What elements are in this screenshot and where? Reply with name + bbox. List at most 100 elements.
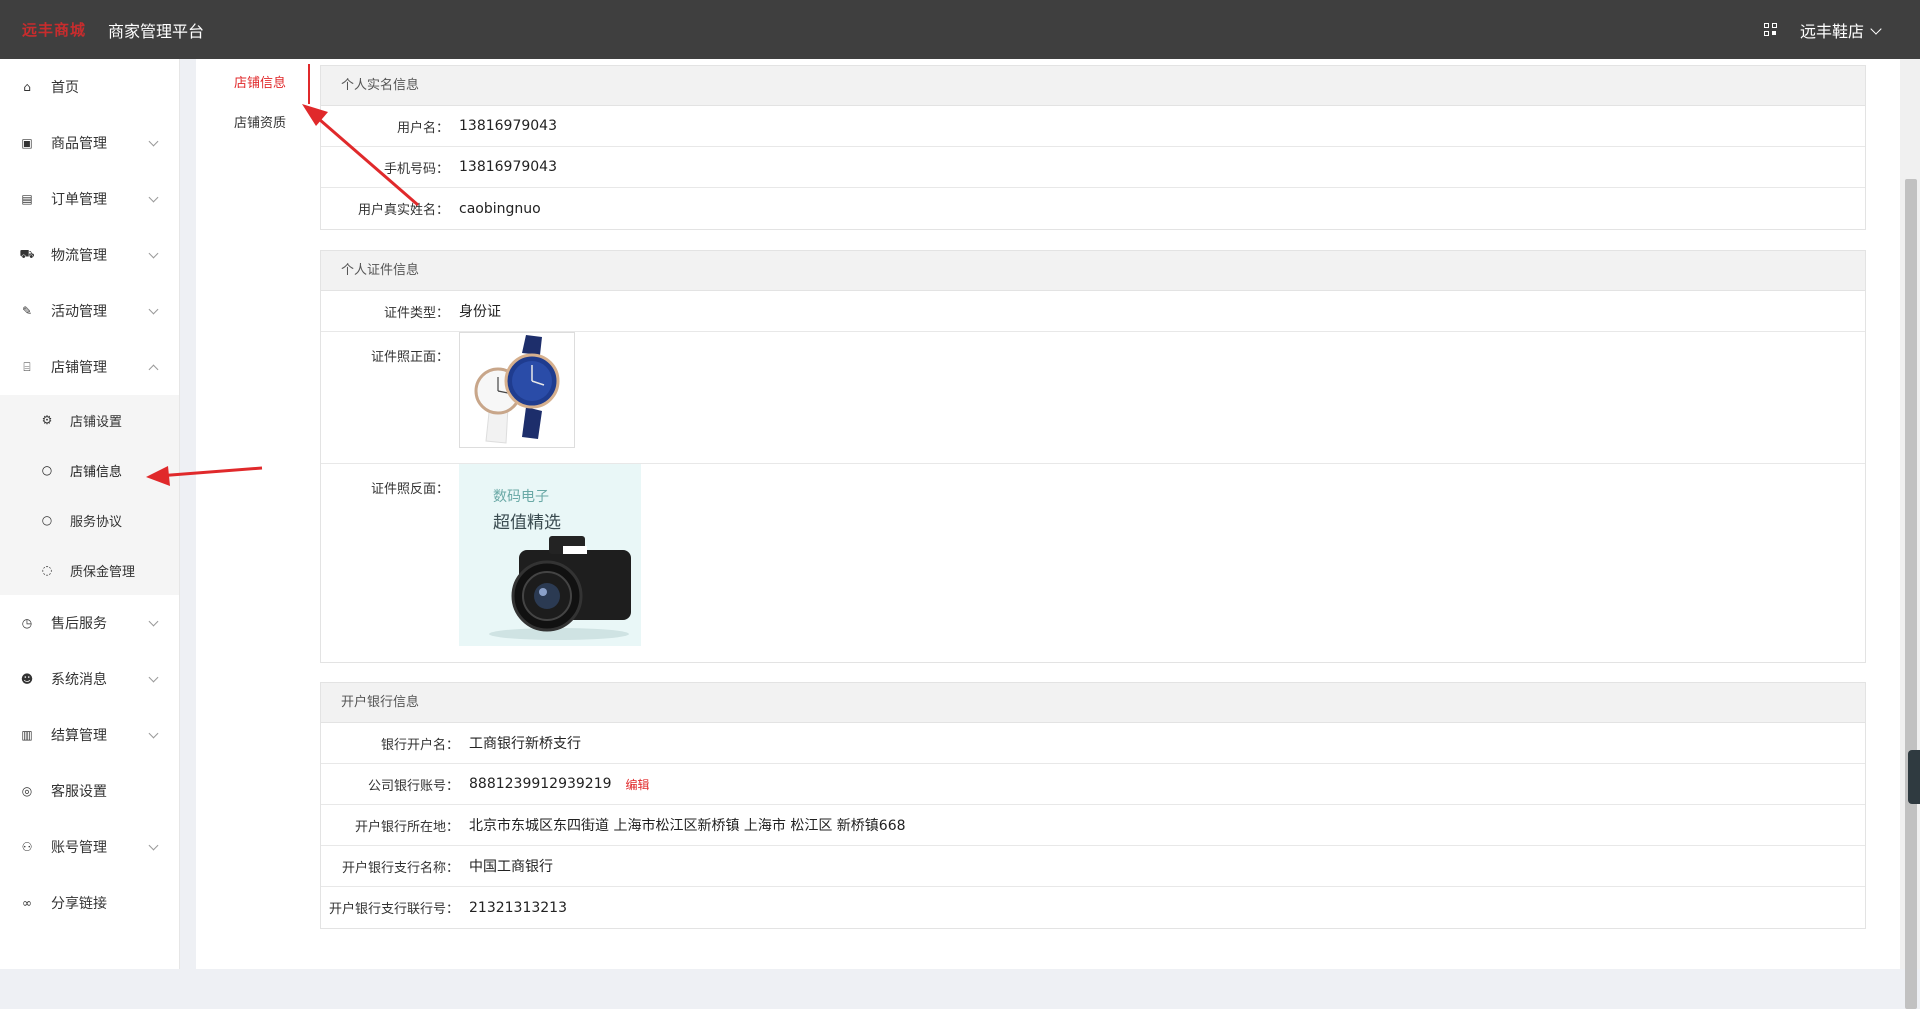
page-scrollbar[interactable]: [1900, 59, 1920, 1009]
message-icon: ☻: [20, 672, 34, 686]
chevron-down-icon: [148, 616, 159, 627]
chat-icon: ○: [41, 513, 53, 527]
phone-value: 13816979043: [459, 159, 557, 175]
sidebar-subitem-label: 店铺设置: [70, 414, 123, 430]
id-back-image[interactable]: 数码电子 超值精选: [459, 464, 641, 646]
username-value: 13816979043: [459, 118, 557, 134]
id-front-row: 证件照正面：: [321, 332, 1865, 464]
sidebar-item-share-link[interactable]: ∞ 分享链接: [0, 875, 179, 931]
watch-image: [460, 333, 574, 447]
sidebar-item-label: 首页: [51, 80, 79, 96]
sidebar-item-label: 客服设置: [51, 784, 107, 800]
sidebar-subitem-service-agreement[interactable]: ○ 服务协议: [0, 495, 179, 545]
sidebar-item-label: 商品管理: [51, 136, 107, 152]
account-no-value: 8881239912939219: [469, 776, 612, 792]
sidebar-item-aftersale[interactable]: ◷ 售后服务: [0, 595, 179, 651]
chevron-down-icon: [148, 840, 159, 851]
bank-branch-no-value: 21321313213: [469, 899, 567, 916]
chat-icon: ○: [41, 463, 53, 477]
store-menu[interactable]: 远丰鞋店: [1799, 18, 1882, 42]
edit-account-link[interactable]: 编辑: [626, 776, 650, 793]
account-icon: ⚇: [21, 840, 33, 854]
sidebar-item-label: 分享链接: [51, 896, 107, 912]
realname-label: 用户真实姓名：: [357, 203, 449, 218]
account-name-row: 银行开户名： 工商银行新桥支行: [321, 723, 1865, 764]
qr-code-icon[interactable]: [1763, 22, 1778, 37]
bank-branch-no-row: 开户银行支行联行号： 21321313213: [321, 887, 1865, 928]
sidebar-item-home[interactable]: ⌂ 首页: [0, 59, 179, 115]
sidebar-item-accounts[interactable]: ⚇ 账号管理: [0, 819, 179, 875]
service-icon: ◷: [21, 616, 33, 630]
sidebar-subitem-label: 质保金管理: [70, 564, 136, 580]
sidebar-item-customer-service[interactable]: ◎ 客服设置: [0, 763, 179, 819]
id-front-image[interactable]: [459, 332, 575, 448]
personal-info-section: 个人实名信息 用户名： 13816979043 手机号码： 1381697904…: [320, 65, 1866, 230]
settlement-icon: ▥: [21, 728, 33, 742]
sidebar-item-label: 店铺管理: [51, 360, 107, 376]
gear-icon: ⚙: [41, 413, 53, 427]
store-submenu: ⚙ 店铺设置 ○ 店铺信息 ○ 服务协议 ◌ 质保金管理: [0, 395, 179, 595]
sidebar-subitem-deposit[interactable]: ◌ 质保金管理: [0, 545, 179, 595]
side-widget[interactable]: [1908, 750, 1920, 804]
chevron-down-icon: [1870, 22, 1882, 35]
bank-branch-value: 中国工商银行: [469, 859, 553, 875]
bank-branch-row: 开户银行支行名称： 中国工商银行: [321, 846, 1865, 887]
sidebar-item-label: 结算管理: [51, 728, 107, 744]
top-bar: 远丰商城 商家管理平台 远丰鞋店: [0, 0, 1920, 59]
main-content: 店铺信息 店铺资质 个人实名信息 用户名： 13816979043 手机号码： …: [196, 59, 1900, 969]
store-icon: ⌸: [23, 359, 31, 374]
tag-icon: ✎: [21, 304, 33, 318]
username-row: 用户名： 13816979043: [321, 106, 1865, 147]
link-icon: ∞: [22, 896, 32, 910]
id-type-value: 身份证: [459, 304, 501, 320]
id-info-section: 个人证件信息 证件类型： 身份证 证件照正面： 证件照反面： 数码电子 超值精选: [320, 250, 1866, 663]
id-front-label: 证件照正面：: [370, 350, 449, 365]
section-title: 个人实名信息: [321, 66, 1865, 106]
id-type-row: 证件类型： 身份证: [321, 291, 1865, 332]
bank-location-row: 开户银行所在地： 北京市东城区东四街道 上海市松江区新桥镇 上海市 松江区 新桥…: [321, 805, 1865, 846]
sidebar-subitem-label: 店铺信息: [70, 464, 123, 480]
vertical-tabs: 店铺信息 店铺资质: [196, 64, 310, 154]
bank-info-section: 开户银行信息 银行开户名： 工商银行新桥支行 公司银行账号： 888123991…: [320, 682, 1866, 929]
goods-icon: ▣: [21, 136, 33, 150]
store-name: 远丰鞋店: [1799, 21, 1864, 41]
sidebar-item-orders[interactable]: ▤ 订单管理: [0, 171, 179, 227]
id-type-label: 证件类型：: [383, 305, 449, 321]
section-title: 开户银行信息: [321, 683, 1865, 723]
sidebar-item-messages[interactable]: ☻ 系统消息: [0, 651, 179, 707]
sidebar-item-logistics[interactable]: ⛟ 物流管理: [0, 227, 179, 283]
sidebar-subitem-label: 服务协议: [70, 514, 123, 530]
sidebar-item-label: 订单管理: [51, 192, 107, 208]
sidebar-item-settlement[interactable]: ▥ 结算管理: [0, 707, 179, 763]
platform-title: 商家管理平台: [108, 21, 205, 41]
account-no-label: 公司银行账号：: [367, 778, 459, 794]
bank-branch-label: 开户银行支行名称：: [341, 860, 459, 876]
chevron-down-icon: [148, 248, 159, 259]
order-icon: ▤: [21, 192, 33, 206]
support-icon: ◎: [21, 784, 33, 798]
sidebar-item-label: 活动管理: [51, 304, 107, 320]
chevron-down-icon: [148, 192, 159, 203]
sidebar-item-label: 物流管理: [51, 248, 107, 264]
phone-row: 手机号码： 13816979043: [321, 147, 1865, 188]
sidebar-item-label: 售后服务: [51, 616, 107, 632]
sidebar-subitem-store-info[interactable]: ○ 店铺信息: [0, 445, 179, 495]
account-name-value: 工商银行新桥支行: [469, 736, 581, 752]
brand-logo[interactable]: 远丰商城: [22, 19, 86, 40]
top-right-area: 远丰鞋店: [1763, 0, 1882, 59]
tab-store-info[interactable]: 店铺信息: [196, 64, 310, 104]
bank-branch-no-label: 开户银行支行联行号：: [328, 902, 459, 917]
chevron-up-icon: [148, 364, 159, 375]
sidebar-subitem-store-settings[interactable]: ⚙ 店铺设置: [0, 395, 179, 445]
sidebar-item-label: 账号管理: [51, 840, 107, 856]
bank-location-value: 北京市东城区东四街道 上海市松江区新桥镇 上海市 松江区 新桥镇668: [469, 818, 906, 834]
account-no-row: 公司银行账号： 8881239912939219 编辑: [321, 764, 1865, 805]
sidebar-item-activities[interactable]: ✎ 活动管理: [0, 283, 179, 339]
tab-store-qualification[interactable]: 店铺资质: [196, 104, 310, 144]
sidebar-item-store[interactable]: ⌸ 店铺管理: [0, 339, 179, 395]
chevron-down-icon: [148, 728, 159, 739]
sidebar-item-goods[interactable]: ▣ 商品管理: [0, 115, 179, 171]
phone-label: 手机号码：: [383, 161, 449, 177]
scrollbar-thumb[interactable]: [1905, 179, 1917, 1009]
bank-location-label: 开户银行所在地：: [354, 819, 459, 835]
